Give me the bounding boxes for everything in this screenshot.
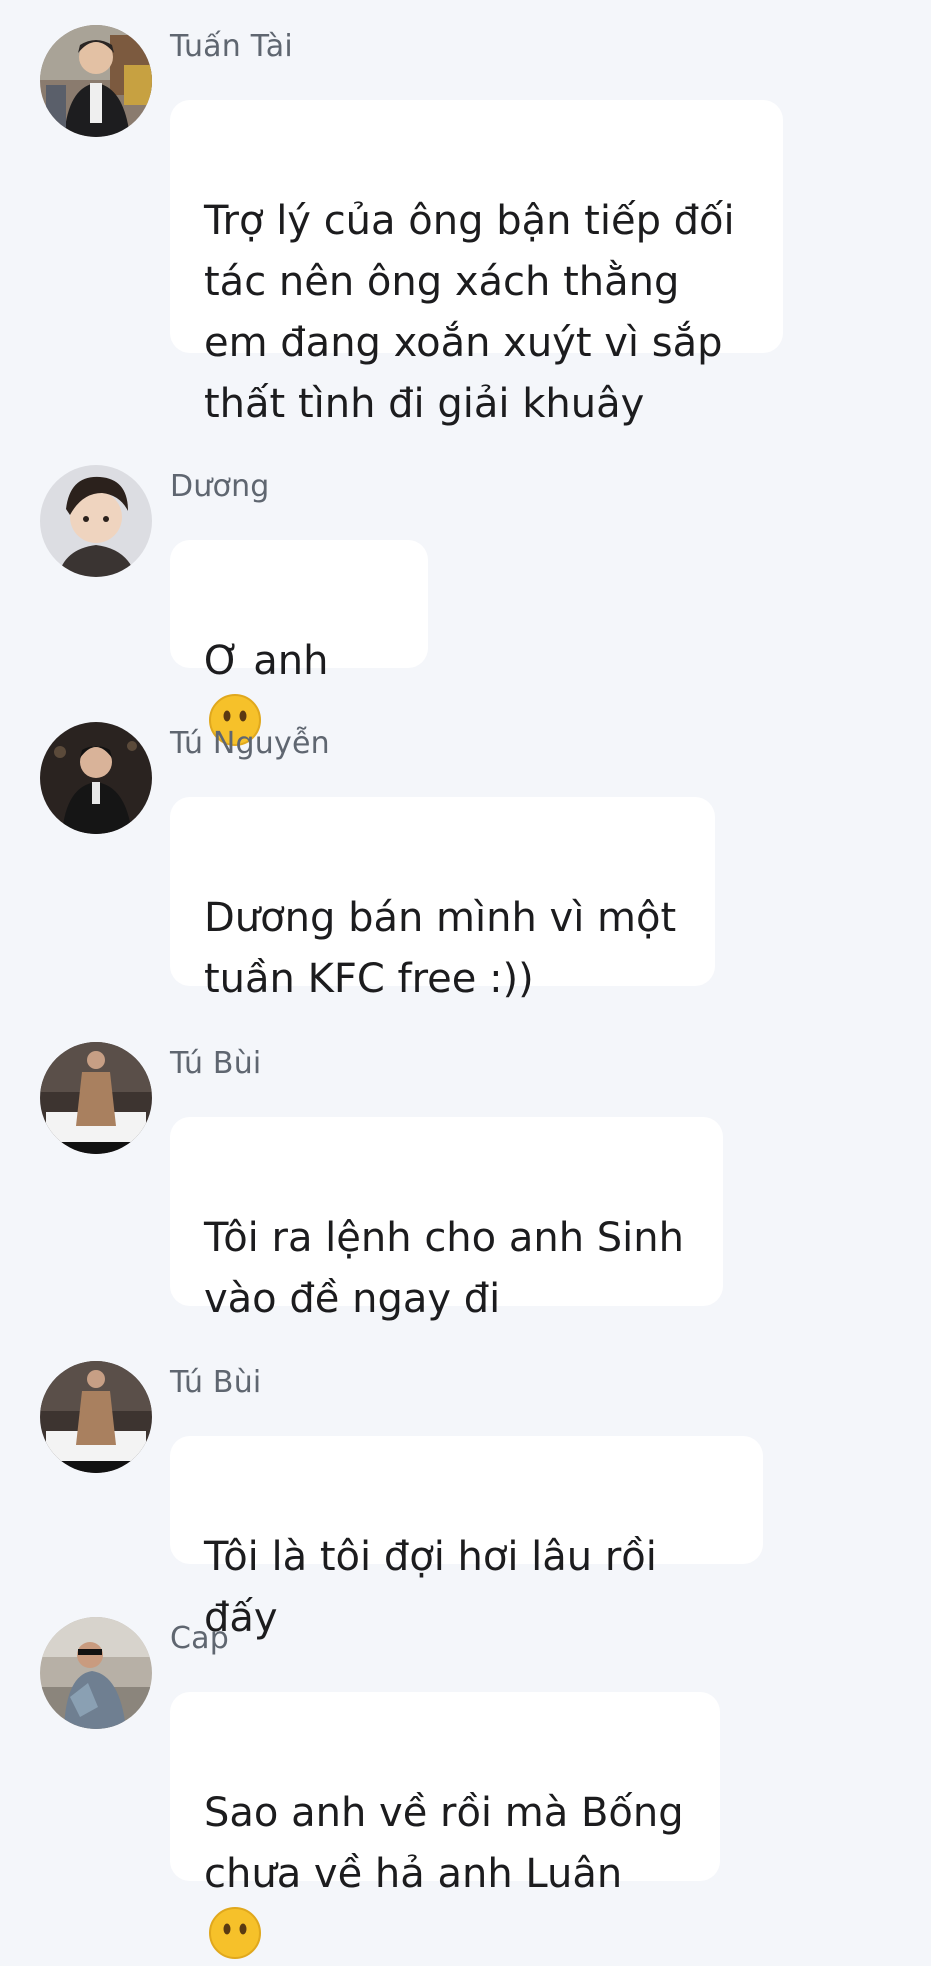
- chat-thread: Tuấn Tài Trợ lý của ông bận tiếp đối tác…: [0, 0, 931, 1959]
- avatar[interactable]: [40, 1042, 152, 1154]
- avatar[interactable]: [40, 465, 152, 577]
- sender-name: Tú Bùi: [170, 1365, 262, 1400]
- avatar[interactable]: [40, 1617, 152, 1729]
- message-text: Dương bán mình vì một tuần KFC free :)): [204, 895, 677, 1002]
- message-bubble[interactable]: Sao anh về rồi mà Bống chưa về hả anh Lu…: [170, 1692, 720, 1959]
- message-text: Tôi ra lệnh cho anh Sinh vào đề ngay đi: [204, 1215, 684, 1322]
- sender-name: Dương: [170, 469, 270, 504]
- message-bubble[interactable]: Dương bán mình vì một tuần KFC free :)): [170, 797, 715, 1002]
- sender-name: Cap: [170, 1621, 229, 1656]
- message-bubble[interactable]: Ơ anh: [170, 540, 428, 746]
- face-without-mouth-emoji: [208, 1906, 262, 1960]
- message-bubble[interactable]: Tôi là tôi đợi hơi lâu rồi đấy: [170, 1436, 763, 1641]
- message-bubble[interactable]: Trợ lý của ông bận tiếp đối tác nên ông …: [170, 100, 783, 427]
- message-text: Trợ lý của ông bận tiếp đối tác nên ông …: [204, 198, 735, 427]
- avatar[interactable]: [40, 722, 152, 834]
- message-text: Sao anh về rồi mà Bống chưa về hả anh Lu…: [204, 1790, 684, 1897]
- message-text: Ơ anh: [204, 638, 329, 684]
- avatar[interactable]: [40, 25, 152, 137]
- message-bubble[interactable]: Tôi ra lệnh cho anh Sinh vào đề ngay đi: [170, 1117, 723, 1322]
- message-text: Tôi là tôi đợi hơi lâu rồi đấy: [204, 1534, 657, 1641]
- sender-name: Tú Bùi: [170, 1046, 262, 1081]
- sender-name: Tú Nguyễn: [170, 726, 330, 761]
- sender-name: Tuấn Tài: [170, 29, 293, 64]
- avatar[interactable]: [40, 1361, 152, 1473]
